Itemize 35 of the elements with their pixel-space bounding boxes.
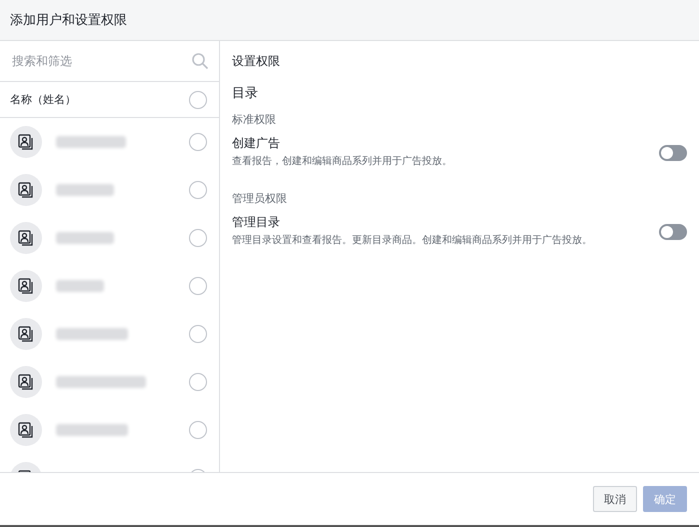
select-radio[interactable] bbox=[189, 373, 207, 391]
panel-title: 设置权限 bbox=[232, 53, 281, 70]
group-heading: 管理员权限 bbox=[232, 191, 288, 206]
search-icon bbox=[191, 52, 209, 70]
person-icon bbox=[17, 325, 35, 343]
toggle-switch[interactable] bbox=[659, 145, 687, 161]
person-icon bbox=[17, 373, 35, 391]
section-title: 目录 bbox=[232, 85, 259, 102]
permission-name: 创建广告 bbox=[232, 135, 281, 152]
toggle-switch[interactable] bbox=[659, 224, 687, 240]
redacted-name bbox=[56, 136, 126, 148]
cancel-button[interactable]: 取消 bbox=[593, 486, 637, 512]
select-radio[interactable] bbox=[189, 229, 207, 247]
group-heading: 标准权限 bbox=[232, 112, 277, 127]
redacted-name bbox=[56, 280, 104, 292]
redacted-name bbox=[56, 184, 114, 196]
redacted-name bbox=[56, 232, 114, 244]
person-icon bbox=[17, 133, 35, 151]
select-radio[interactable] bbox=[189, 133, 207, 151]
person-icon bbox=[17, 229, 35, 247]
permission-description: 查看报告，创建和编辑商品系列并用于广告投放。 bbox=[232, 155, 452, 169]
select-all-radio[interactable] bbox=[189, 90, 207, 108]
redacted-name bbox=[56, 424, 128, 436]
permission-name: 管理目录 bbox=[232, 214, 281, 231]
column-header: 名称（姓名） bbox=[10, 92, 76, 107]
redacted-name bbox=[56, 328, 128, 340]
permission-description: 管理目录设置和查看报告。更新目录商品。创建和编辑商品系列并用于广告投放。 bbox=[232, 234, 592, 248]
select-radio[interactable] bbox=[189, 181, 207, 199]
window-title: 添加用户和设置权限 bbox=[10, 12, 127, 29]
person-icon bbox=[17, 421, 35, 439]
person-icon bbox=[17, 181, 35, 199]
select-radio[interactable] bbox=[189, 325, 207, 343]
person-icon bbox=[17, 277, 35, 295]
select-radio[interactable] bbox=[189, 277, 207, 295]
select-radio[interactable] bbox=[189, 421, 207, 439]
